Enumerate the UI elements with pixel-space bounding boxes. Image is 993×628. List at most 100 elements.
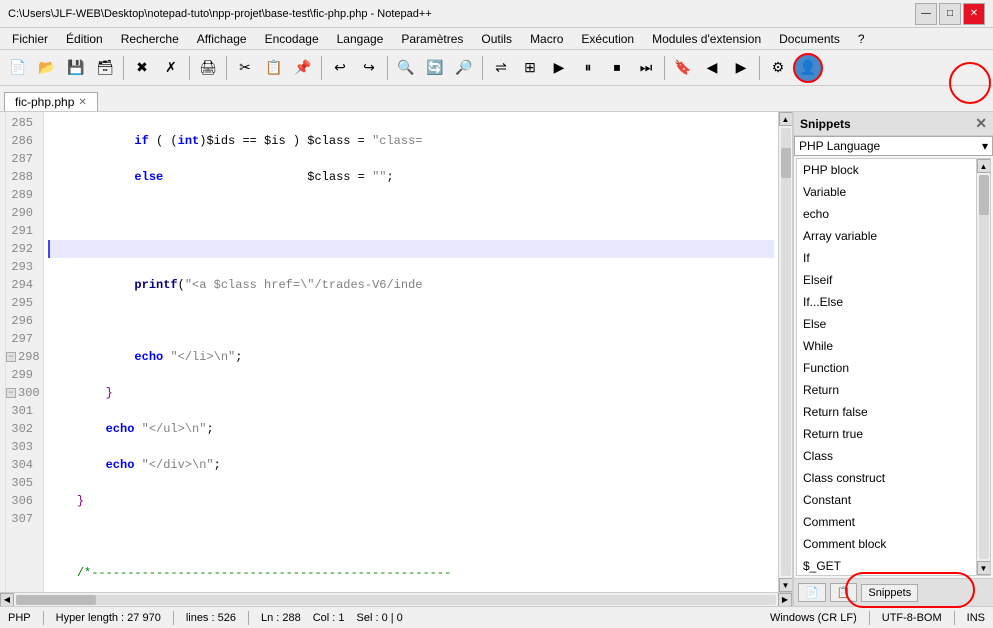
menu-fichier[interactable]: Fichier bbox=[4, 30, 56, 48]
tb-sep-5 bbox=[387, 56, 388, 80]
snippets-list-button[interactable]: 📋 bbox=[830, 583, 858, 602]
tb-macro3[interactable]: ⏹ bbox=[603, 54, 631, 82]
language-label: PHP Language bbox=[799, 139, 880, 153]
tb-save-all[interactable]: 🗃 bbox=[91, 54, 119, 82]
tb-macro2[interactable]: ⏸ bbox=[574, 54, 602, 82]
tb-wrap[interactable]: ⇌ bbox=[487, 54, 515, 82]
menu-affichage[interactable]: Affichage bbox=[189, 30, 255, 48]
status-encoding: Windows (CR LF) bbox=[770, 612, 857, 624]
snippets-close-button[interactable]: ✕ bbox=[975, 115, 987, 132]
snippet-variable[interactable]: Variable bbox=[797, 181, 976, 203]
tb-close-all[interactable]: ✗ bbox=[157, 54, 185, 82]
tb-sep-6 bbox=[482, 56, 483, 80]
tb-close[interactable]: ✖ bbox=[128, 54, 156, 82]
status-sep-4 bbox=[869, 611, 870, 625]
close-button[interactable]: ✕ bbox=[963, 3, 985, 25]
snippet-comment-block[interactable]: Comment block bbox=[797, 533, 976, 555]
minimize-button[interactable]: — bbox=[915, 3, 937, 25]
menu-recherche[interactable]: Recherche bbox=[113, 30, 187, 48]
snippet-class[interactable]: Class bbox=[797, 445, 976, 467]
status-ins: INS bbox=[967, 612, 985, 624]
snippets-file-button[interactable]: 📄 bbox=[798, 583, 826, 602]
status-sep-5 bbox=[954, 611, 955, 625]
tb-plugin-highlighted[interactable]: 👤 bbox=[793, 53, 823, 83]
tab-label: fic-php.php bbox=[15, 95, 74, 109]
snippet-get[interactable]: $_GET bbox=[797, 555, 976, 575]
tb-save[interactable]: 💾 bbox=[62, 54, 90, 82]
snippet-elseif[interactable]: Elseif bbox=[797, 269, 976, 291]
language-dropdown[interactable]: PHP Language ▾ bbox=[794, 136, 993, 156]
snippets-panel: Snippets ✕ PHP Language ▾ PHP block Vari… bbox=[793, 112, 993, 606]
menu-modules[interactable]: Modules d'extension bbox=[644, 30, 769, 48]
tb-print[interactable]: 🖨 bbox=[194, 54, 222, 82]
maximize-button[interactable]: □ bbox=[939, 3, 961, 25]
tab-close-icon[interactable]: ✕ bbox=[78, 97, 86, 108]
editor-horizontal-scrollbar[interactable]: ◀ ▶ bbox=[0, 592, 792, 606]
tb-redo[interactable]: ↪ bbox=[355, 54, 383, 82]
snippet-php-block[interactable]: PHP block bbox=[797, 159, 976, 181]
status-hyper: Hyper length : 27 970 bbox=[56, 612, 161, 624]
tab-fic-php[interactable]: fic-php.php ✕ bbox=[4, 92, 98, 111]
snippet-while[interactable]: While bbox=[797, 335, 976, 357]
status-sep-2 bbox=[173, 611, 174, 625]
tb-paste[interactable]: 📌 bbox=[289, 54, 317, 82]
menu-edition[interactable]: Édition bbox=[58, 30, 111, 48]
snippets-header: Snippets ✕ bbox=[794, 112, 993, 136]
status-sep-1 bbox=[43, 611, 44, 625]
snippet-if-else[interactable]: If...Else bbox=[797, 291, 976, 313]
tb-copy[interactable]: 📋 bbox=[260, 54, 288, 82]
line-numbers: 285 286 287 288 289 290 291 292 293 294 … bbox=[6, 112, 44, 592]
tb-sep-2 bbox=[189, 56, 190, 80]
tb-replace[interactable]: 🔄 bbox=[421, 54, 449, 82]
snippet-array-variable[interactable]: Array variable bbox=[797, 225, 976, 247]
snippet-if[interactable]: If bbox=[797, 247, 976, 269]
status-lang: PHP bbox=[8, 612, 31, 624]
snippet-constant[interactable]: Constant bbox=[797, 489, 976, 511]
status-lines: lines : 526 bbox=[186, 612, 236, 624]
tb-open[interactable]: 📂 bbox=[33, 54, 61, 82]
tb-bookmark-prev[interactable]: ◀ bbox=[698, 54, 726, 82]
snippets-label-button[interactable]: Snippets bbox=[861, 584, 918, 602]
tb-undo[interactable]: ↩ bbox=[326, 54, 354, 82]
editor-vertical-scrollbar[interactable]: ▲ ▼ bbox=[778, 112, 792, 592]
status-sep-3 bbox=[248, 611, 249, 625]
menu-langage[interactable]: Langage bbox=[329, 30, 392, 48]
snippet-echo[interactable]: echo bbox=[797, 203, 976, 225]
code-content[interactable]: if ( (int)$ids == $is ) $class = "class=… bbox=[44, 112, 778, 592]
tb-settings[interactable]: ⚙ bbox=[764, 54, 792, 82]
tb-bookmark-next[interactable]: ▶ bbox=[727, 54, 755, 82]
tb-macro4[interactable]: ⏭ bbox=[632, 54, 660, 82]
snippets-list[interactable]: PHP block Variable echo Array variable I… bbox=[797, 159, 976, 575]
menu-parametres[interactable]: Paramètres bbox=[393, 30, 471, 48]
tb-bookmark[interactable]: 🔖 bbox=[669, 54, 697, 82]
tb-cut[interactable]: ✂ bbox=[231, 54, 259, 82]
tb-sep-1 bbox=[123, 56, 124, 80]
snippet-else[interactable]: Else bbox=[797, 313, 976, 335]
tab-bar: fic-php.php ✕ bbox=[0, 86, 993, 112]
tb-macro1[interactable]: ▶ bbox=[545, 54, 573, 82]
code-area[interactable]: 285 286 287 288 289 290 291 292 293 294 … bbox=[0, 112, 792, 592]
menu-help[interactable]: ? bbox=[850, 30, 873, 48]
status-col: Col : 1 bbox=[313, 612, 345, 624]
tb-indent[interactable]: ⊞ bbox=[516, 54, 544, 82]
snippet-return-true[interactable]: Return true bbox=[797, 423, 976, 445]
snippet-return-false[interactable]: Return false bbox=[797, 401, 976, 423]
menu-encodage[interactable]: Encodage bbox=[257, 30, 327, 48]
menu-execution[interactable]: Exécution bbox=[573, 30, 642, 48]
status-bar: PHP Hyper length : 27 970 lines : 526 Ln… bbox=[0, 606, 993, 628]
menu-outils[interactable]: Outils bbox=[473, 30, 520, 48]
tb-find[interactable]: 🔍 bbox=[392, 54, 420, 82]
snippet-class-construct[interactable]: Class construct bbox=[797, 467, 976, 489]
tb-sep-8 bbox=[759, 56, 760, 80]
snippets-vertical-scrollbar[interactable]: ▲ ▼ bbox=[976, 159, 990, 575]
snippet-return[interactable]: Return bbox=[797, 379, 976, 401]
tb-zoom-in[interactable]: 🔎 bbox=[450, 54, 478, 82]
main-area: 285 286 287 288 289 290 291 292 293 294 … bbox=[0, 112, 993, 606]
menu-macro[interactable]: Macro bbox=[522, 30, 571, 48]
editor: 285 286 287 288 289 290 291 292 293 294 … bbox=[0, 112, 793, 606]
snippet-comment[interactable]: Comment bbox=[797, 511, 976, 533]
snippet-function[interactable]: Function bbox=[797, 357, 976, 379]
tb-new[interactable]: 📄 bbox=[4, 54, 32, 82]
menu-documents[interactable]: Documents bbox=[771, 30, 848, 48]
status-ln: Ln : 288 bbox=[261, 612, 301, 624]
